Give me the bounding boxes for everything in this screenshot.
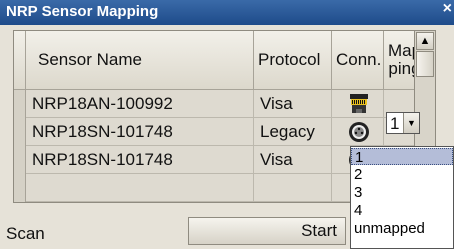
mapping-option[interactable]: 1 xyxy=(351,148,453,166)
dialog-titlebar: NRP Sensor Mapping × xyxy=(0,0,454,25)
column-header-label: Conn. xyxy=(336,50,382,69)
start-scan-button[interactable]: Start xyxy=(188,217,346,245)
sensor-name-cell: NRP18SN-101748 xyxy=(26,118,254,146)
scroll-thumb[interactable] xyxy=(416,51,434,77)
sensor-name-cell xyxy=(26,174,254,202)
protocol-cell: Legacy xyxy=(254,118,332,146)
dialog-title: NRP Sensor Mapping xyxy=(6,3,159,20)
column-header-conn[interactable]: Conn. xyxy=(332,31,384,90)
row-header[interactable] xyxy=(14,174,26,202)
protocol-cell: Visa xyxy=(254,90,332,118)
mapping-option[interactable]: 2 xyxy=(351,166,453,183)
row-header-corner xyxy=(14,31,26,90)
column-header-sensor-name[interactable]: Sensor Name xyxy=(26,31,254,90)
table-row[interactable]: NRP18SN-101748 Legacy xyxy=(14,118,426,146)
protocol-cell xyxy=(254,174,332,202)
table-row[interactable]: NRP18AN-100992 Visa xyxy=(14,90,426,118)
column-header-label: Sensor Name xyxy=(38,50,142,69)
conn-cell xyxy=(332,90,384,118)
scan-label: Scan xyxy=(6,224,45,243)
column-header-protocol[interactable]: Protocol xyxy=(254,31,332,90)
usb-round-connector-icon xyxy=(349,122,369,142)
sensor-name-cell: NRP18AN-100992 xyxy=(26,90,254,118)
mapping-combobox[interactable]: 1 ▼ xyxy=(386,112,420,134)
protocol-cell: Visa xyxy=(254,146,332,174)
mapping-combobox-value: 1 xyxy=(390,114,400,133)
row-header[interactable] xyxy=(14,146,26,174)
sensor-name-cell: NRP18SN-101748 xyxy=(26,146,254,174)
row-header[interactable] xyxy=(14,118,26,146)
row-header[interactable] xyxy=(14,90,26,118)
scroll-up-arrow-icon[interactable]: ▲ xyxy=(416,32,434,50)
mapping-dropdown-list[interactable]: 1 2 3 4 unmapped xyxy=(350,146,454,249)
lan-connector-icon xyxy=(350,94,368,113)
mapping-option[interactable]: 3 xyxy=(351,184,453,201)
chevron-down-icon[interactable]: ▼ xyxy=(403,113,419,133)
close-icon[interactable]: × xyxy=(443,0,452,18)
mapping-option[interactable]: 4 xyxy=(351,202,453,219)
nrp-sensor-mapping-dialog: NRP Sensor Mapping × Sensor Name Protoco… xyxy=(0,0,454,249)
mapping-option[interactable]: unmapped xyxy=(351,220,453,237)
column-header-label: Protocol xyxy=(258,50,321,69)
conn-cell xyxy=(332,118,384,146)
